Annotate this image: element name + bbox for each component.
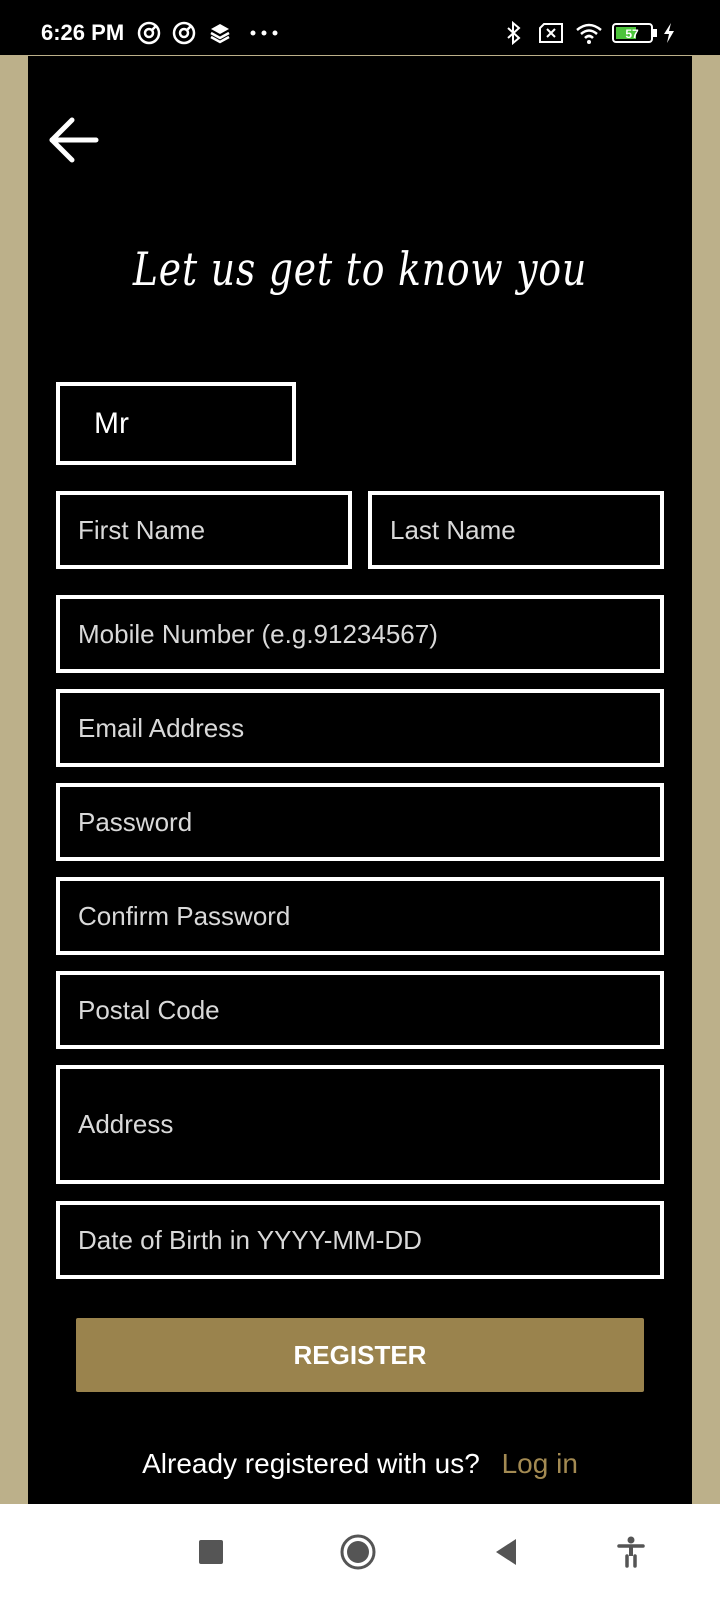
back-icon [496,1539,516,1565]
more-dots-icon [248,20,280,46]
navigation-bar [0,1504,720,1600]
login-prompt-row: Already registered with us? Log in [0,1448,720,1480]
back-nav-button[interactable] [486,1532,526,1572]
home-button[interactable] [338,1532,378,1572]
login-link[interactable]: Log in [502,1448,578,1479]
first-name-field[interactable]: First Name [56,491,352,569]
home-icon [340,1534,376,1570]
status-time: 6:26 PM [41,20,125,45]
page-title: Let us get to know you [132,242,588,296]
last-name-placeholder: Last Name [390,514,516,545]
dob-placeholder: Date of Birth in YYYY-MM-DD [78,1224,422,1255]
layers-icon [207,20,233,46]
last-name-field[interactable]: Last Name [368,491,664,569]
confirm-password-field[interactable]: Confirm Password [56,877,664,955]
recent-apps-button[interactable] [191,1532,231,1572]
accessibility-button[interactable] [611,1532,651,1572]
at-sign-icon [136,20,162,46]
recent-apps-icon [199,1540,223,1564]
password-field[interactable]: Password [56,783,664,861]
register-button[interactable]: REGISTER [76,1318,644,1392]
bluetooth-icon [504,20,524,46]
confirm-password-placeholder: Confirm Password [78,900,291,931]
salutation-select[interactable]: Mr [56,382,296,465]
status-bar: 6:26 PM 57 [0,0,720,55]
no-sim-icon [537,20,565,46]
address-placeholder: Address [78,1109,174,1139]
battery-icon: 57 [612,20,658,46]
arrow-left-icon [49,117,99,163]
postal-code-placeholder: Postal Code [78,994,220,1025]
left-band [0,56,28,1504]
back-button[interactable] [48,114,100,166]
email-placeholder: Email Address [78,712,245,743]
email-field[interactable]: Email Address [56,689,664,767]
right-band [692,56,720,1504]
at-sign-icon [171,20,197,46]
register-label: REGISTER [293,1339,427,1370]
charging-icon [661,20,677,46]
mobile-number-field[interactable]: Mobile Number (e.g.91234567) [56,595,664,673]
first-name-placeholder: First Name [78,514,206,545]
accessibility-icon [617,1536,645,1568]
svg-text:57: 57 [625,27,639,41]
address-field[interactable]: Address [56,1065,664,1184]
date-of-birth-field[interactable]: Date of Birth in YYYY-MM-DD [56,1201,664,1279]
postal-code-field[interactable]: Postal Code [56,971,664,1049]
mobile-placeholder: Mobile Number (e.g.91234567) [78,618,438,649]
password-placeholder: Password [78,806,193,837]
salutation-value: Mr [94,406,129,440]
wifi-icon [574,20,604,46]
login-prompt: Already registered with us? [142,1448,480,1479]
